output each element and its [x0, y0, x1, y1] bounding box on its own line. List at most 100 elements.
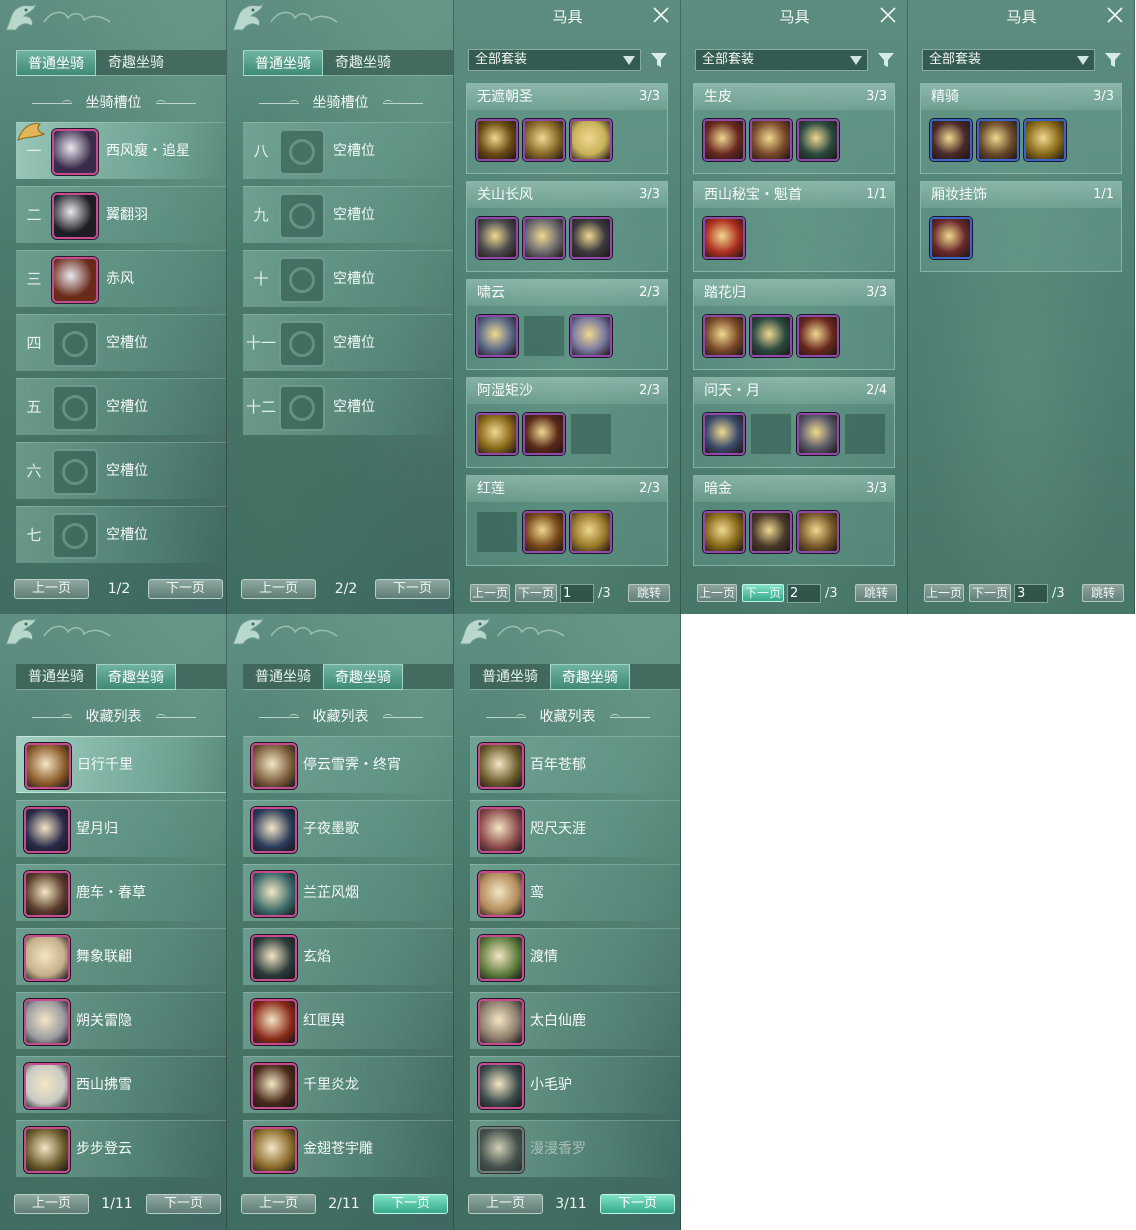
- tab-normal-mounts[interactable]: 普通坐骑: [470, 664, 550, 690]
- gear-item-icon[interactable]: [703, 413, 745, 455]
- mount-slot-row[interactable]: 十一 空槽位: [243, 314, 453, 371]
- set-filter-dropdown[interactable]: 全部套装: [922, 49, 1095, 71]
- fun-mount-portrait-icon[interactable]: [478, 935, 524, 981]
- fun-mount-portrait-icon[interactable]: [478, 1127, 524, 1173]
- gear-item-icon[interactable]: [750, 119, 792, 161]
- gear-item-icon[interactable]: [1024, 119, 1066, 161]
- collection-row[interactable]: 子夜墨歌: [243, 800, 453, 857]
- gear-item-icon[interactable]: [703, 119, 745, 161]
- gear-item-icon[interactable]: [750, 315, 792, 357]
- fun-mount-portrait-icon[interactable]: [478, 743, 524, 789]
- fun-mount-portrait-icon[interactable]: [24, 871, 70, 917]
- collection-row[interactable]: 鹿车・春草: [16, 864, 226, 921]
- tab-normal-mounts[interactable]: 普通坐骑: [243, 664, 323, 690]
- mount-slot-row[interactable]: 十 空槽位: [243, 250, 453, 307]
- set-filter-dropdown[interactable]: 全部套装: [468, 49, 641, 71]
- gear-set-card[interactable]: 阿湿矩沙 2/3: [466, 377, 668, 468]
- tab-fun-mounts[interactable]: 奇趣坐骑: [96, 664, 176, 690]
- gear-item-icon[interactable]: [570, 511, 612, 553]
- empty-slot-icon[interactable]: [279, 385, 325, 431]
- gear-item-icon[interactable]: [523, 217, 565, 259]
- gear-item-icon[interactable]: [476, 315, 518, 357]
- mount-slot-row[interactable]: 三 赤风: [16, 250, 226, 307]
- collection-row[interactable]: 玄焰: [243, 928, 453, 985]
- collection-row[interactable]: 千里炎龙: [243, 1056, 453, 1113]
- collection-row[interactable]: 太白仙鹿: [470, 992, 680, 1049]
- collection-row[interactable]: 漫漫香罗: [470, 1120, 680, 1177]
- fun-mount-portrait-icon[interactable]: [478, 999, 524, 1045]
- fun-mount-portrait-icon[interactable]: [251, 871, 297, 917]
- jump-button[interactable]: 跳转: [855, 584, 897, 602]
- prev-page-button[interactable]: 上一页: [14, 579, 89, 599]
- gear-item-icon[interactable]: [930, 119, 972, 161]
- gear-item-icon[interactable]: [476, 413, 518, 455]
- gear-item-icon[interactable]: [570, 315, 612, 357]
- empty-slot-icon[interactable]: [52, 449, 98, 495]
- fun-mount-portrait-icon[interactable]: [478, 1063, 524, 1109]
- gear-item-icon[interactable]: [703, 511, 745, 553]
- gear-item-icon[interactable]: [570, 119, 612, 161]
- collection-row[interactable]: 鸾: [470, 864, 680, 921]
- collection-row[interactable]: 舞象联翩: [16, 928, 226, 985]
- prev-page-button[interactable]: 上一页: [470, 584, 510, 602]
- mount-slot-row[interactable]: 四 空槽位: [16, 314, 226, 371]
- gear-set-card[interactable]: 西山秘宝・魁首 1/1: [693, 181, 895, 272]
- mount-slot-row[interactable]: 一西风瘦・追星: [16, 122, 226, 179]
- jump-button[interactable]: 跳转: [1082, 584, 1124, 602]
- close-icon[interactable]: [652, 6, 670, 24]
- fun-mount-portrait-icon[interactable]: [251, 999, 297, 1045]
- mount-slot-row[interactable]: 八 空槽位: [243, 122, 453, 179]
- collection-row[interactable]: 红匣舆: [243, 992, 453, 1049]
- gear-item-icon[interactable]: [570, 217, 612, 259]
- jump-button[interactable]: 跳转: [628, 584, 670, 602]
- gear-set-card[interactable]: 生皮 3/3: [693, 83, 895, 174]
- collection-row[interactable]: 小毛驴: [470, 1056, 680, 1113]
- next-page-button[interactable]: 下一页: [375, 579, 450, 599]
- prev-page-button[interactable]: 上一页: [241, 1194, 316, 1214]
- fun-mount-portrait-icon[interactable]: [24, 1127, 70, 1173]
- mount-portrait-icon[interactable]: [52, 193, 98, 239]
- tab-fun-mounts[interactable]: 奇趣坐骑: [323, 50, 403, 76]
- mount-slot-row[interactable]: 六 空槽位: [16, 442, 226, 499]
- page-number-input[interactable]: 2: [787, 584, 821, 603]
- gear-item-icon[interactable]: [930, 217, 972, 259]
- gear-item-icon[interactable]: [703, 315, 745, 357]
- empty-slot-icon[interactable]: [279, 321, 325, 367]
- next-page-button[interactable]: 下一页: [742, 584, 784, 602]
- gear-set-card[interactable]: 红莲 2/3: [466, 475, 668, 566]
- gear-set-card[interactable]: 暗金 3/3: [693, 475, 895, 566]
- fun-mount-portrait-icon[interactable]: [251, 1063, 297, 1109]
- empty-slot-icon[interactable]: [52, 321, 98, 367]
- mount-slot-row[interactable]: 九 空槽位: [243, 186, 453, 243]
- empty-slot-icon[interactable]: [279, 193, 325, 239]
- fun-mount-portrait-icon[interactable]: [251, 807, 297, 853]
- gear-set-card[interactable]: 啸云 2/3: [466, 279, 668, 370]
- collection-row[interactable]: 停云雪霁・终宵: [243, 736, 453, 793]
- mount-portrait-icon[interactable]: [52, 129, 98, 175]
- mount-slot-row[interactable]: 七 空槽位: [16, 506, 226, 563]
- tab-normal-mounts[interactable]: 普通坐骑: [243, 50, 323, 76]
- filter-funnel-icon[interactable]: [877, 51, 895, 69]
- collection-row[interactable]: 日行千里: [16, 736, 226, 793]
- gear-set-card[interactable]: 关山长风 3/3: [466, 181, 668, 272]
- fun-mount-portrait-icon[interactable]: [24, 999, 70, 1045]
- prev-page-button[interactable]: 上一页: [14, 1194, 89, 1214]
- fun-mount-portrait-icon[interactable]: [251, 743, 297, 789]
- tab-fun-mounts[interactable]: 奇趣坐骑: [550, 664, 630, 690]
- collection-row[interactable]: 步步登云: [16, 1120, 226, 1177]
- gear-set-card[interactable]: 精骑 3/3: [920, 83, 1122, 174]
- prev-page-button[interactable]: 上一页: [468, 1194, 543, 1214]
- fun-mount-portrait-icon[interactable]: [24, 807, 70, 853]
- gear-item-icon[interactable]: [703, 217, 745, 259]
- collection-row[interactable]: 朔关雷隐: [16, 992, 226, 1049]
- filter-funnel-icon[interactable]: [1104, 51, 1122, 69]
- fun-mount-portrait-icon[interactable]: [478, 871, 524, 917]
- fun-mount-portrait-icon[interactable]: [25, 743, 71, 789]
- gear-set-card[interactable]: 问天・月 2/4: [693, 377, 895, 468]
- gear-item-icon[interactable]: [523, 413, 565, 455]
- next-page-button[interactable]: 下一页: [515, 584, 557, 602]
- gear-set-card[interactable]: 厢妆挂饰 1/1: [920, 181, 1122, 272]
- collection-row[interactable]: 咫尺天涯: [470, 800, 680, 857]
- page-number-input[interactable]: 3: [1014, 584, 1048, 603]
- empty-slot-icon[interactable]: [52, 513, 98, 559]
